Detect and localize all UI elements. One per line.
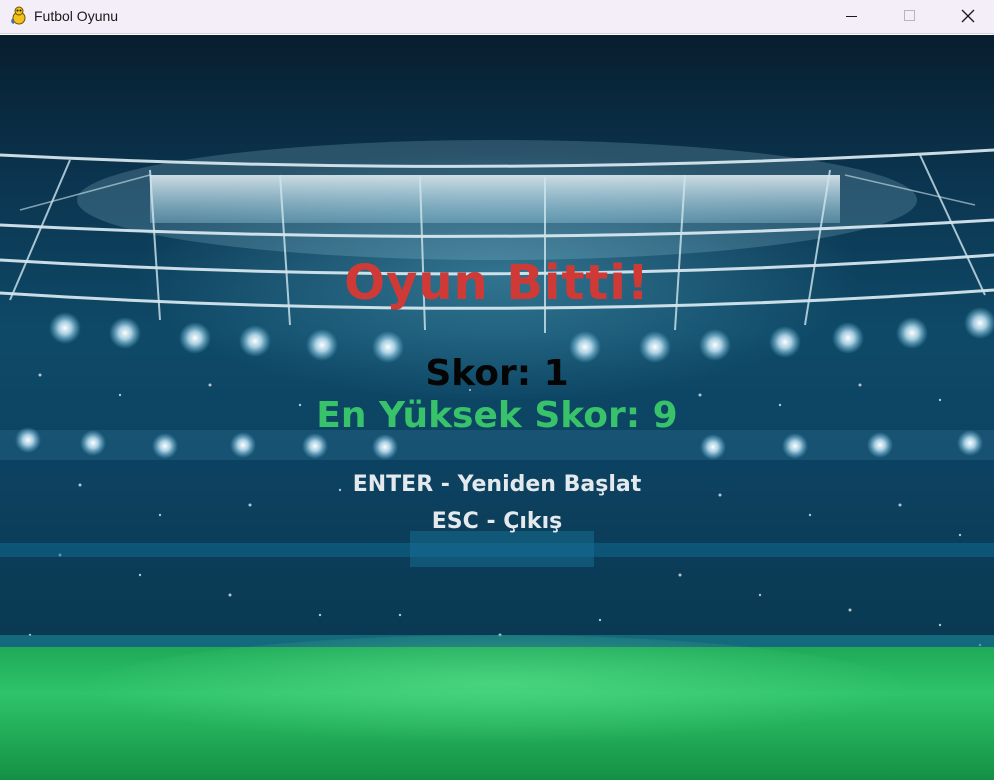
minimize-icon — [846, 16, 857, 17]
app-window: Futbol Oyunu Oyun Bitti! Skor: 1 En Yüks… — [0, 0, 994, 780]
exit-hint: ESC - Çıkış — [431, 509, 563, 534]
close-icon — [961, 9, 975, 23]
close-button[interactable] — [938, 0, 994, 33]
maximize-button[interactable] — [880, 0, 938, 33]
maximize-icon — [904, 10, 915, 21]
score-label: Skor: 1 — [425, 353, 569, 394]
game-over-title: Oyun Bitti! — [344, 255, 650, 311]
pygame-snake-icon — [9, 6, 29, 26]
window-title: Futbol Oyunu — [34, 8, 119, 24]
minimize-button[interactable] — [822, 0, 880, 33]
game-canvas[interactable]: Oyun Bitti! Skor: 1 En Yüksek Skor: 9 EN… — [0, 35, 994, 780]
title-bar[interactable]: Futbol Oyunu — [0, 0, 994, 34]
restart-hint: ENTER - Yeniden Başlat — [352, 472, 642, 497]
high-score-label: En Yüksek Skor: 9 — [316, 395, 678, 436]
